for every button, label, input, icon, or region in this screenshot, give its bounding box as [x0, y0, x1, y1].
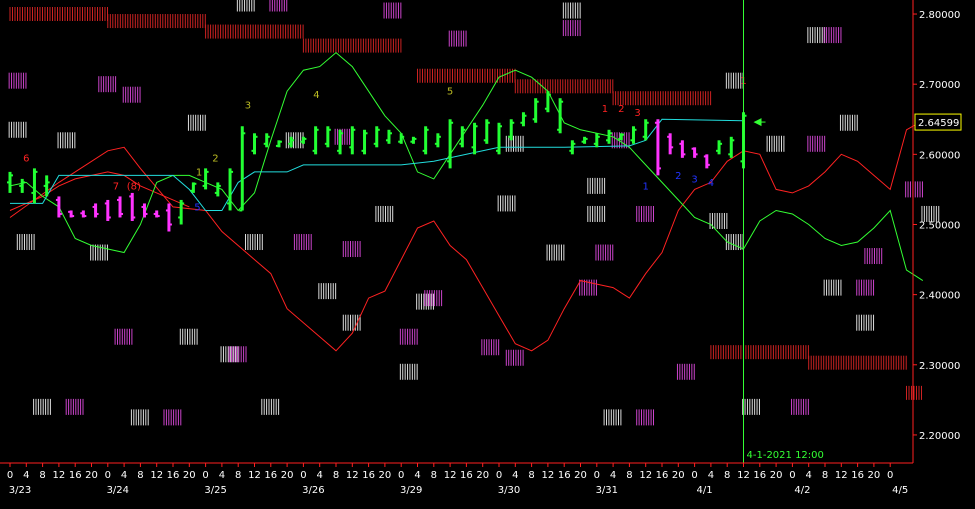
x-tick-label: 4 — [610, 470, 616, 481]
x-tick-label: 12 — [346, 470, 359, 481]
x-tick-label: 20 — [476, 470, 489, 481]
x-tick-label: 0 — [789, 470, 795, 481]
x-tick-label: 16 — [753, 470, 766, 481]
date-label: 3/23 — [9, 485, 31, 496]
y-tick-label: 2.60000 — [919, 150, 960, 161]
x-tick-label: 8 — [528, 470, 534, 481]
x-tick-label: 12 — [248, 470, 261, 481]
x-tick-label: 20 — [85, 470, 98, 481]
x-tick-label: 8 — [39, 470, 45, 481]
x-tick-label: 16 — [167, 470, 180, 481]
x-tick-label: 8 — [626, 470, 632, 481]
x-tick-label: 8 — [431, 470, 437, 481]
x-tick-label: 0 — [202, 470, 208, 481]
y-tick-label: 2.80000 — [919, 10, 960, 21]
x-tick-label: 12 — [542, 470, 555, 481]
x-tick-label: 0 — [300, 470, 306, 481]
wave-label: 7 — [113, 181, 119, 192]
x-tick-label: 20 — [770, 470, 783, 481]
x-tick-label: 20 — [183, 470, 196, 481]
date-label: 3/24 — [107, 485, 129, 496]
wave-label: 5 — [447, 87, 453, 98]
y-tick-label: 2.70000 — [919, 80, 960, 91]
x-tick-label: 16 — [69, 470, 82, 481]
y-tick-label: 2.20000 — [919, 431, 960, 442]
x-tick-label: 4 — [317, 470, 323, 481]
x-tick-label: 0 — [691, 470, 697, 481]
date-label: 4/5 — [892, 485, 908, 496]
x-tick-label: 20 — [868, 470, 881, 481]
x-tick-label: 8 — [137, 470, 143, 481]
wave-label: 5 — [194, 202, 200, 213]
x-tick-label: 4 — [708, 470, 714, 481]
price-chart[interactable]: 67(8)12345123112345 4-1-2021 12:00 2.800… — [0, 0, 975, 509]
x-tick-label: 16 — [656, 470, 669, 481]
x-tick-label: 0 — [594, 470, 600, 481]
wave-label: 3 — [691, 174, 697, 185]
wave-label: 1 — [602, 104, 608, 115]
x-tick-label: 12 — [444, 470, 457, 481]
date-label: 3/29 — [400, 485, 422, 496]
x-tick-label: 4 — [414, 470, 420, 481]
x-tick-label: 20 — [574, 470, 587, 481]
wave-label: 4 — [313, 90, 319, 101]
x-tick-label: 0 — [105, 470, 111, 481]
x-tick-label: 0 — [496, 470, 502, 481]
x-tick-label: 8 — [235, 470, 241, 481]
wave-label: 6 — [23, 153, 29, 164]
resistance-band — [906, 385, 922, 400]
x-tick-label: 4 — [23, 470, 29, 481]
cursor-label: 4-1-2021 12:00 — [747, 450, 824, 461]
x-tick-label: 16 — [558, 470, 571, 481]
x-tick-label: 20 — [672, 470, 685, 481]
x-tick-label: 0 — [7, 470, 13, 481]
x-tick-label: 16 — [460, 470, 473, 481]
current-price-label: 2.64599 — [918, 118, 959, 129]
x-tick-label: 12 — [53, 470, 66, 481]
wave-label: 1 — [643, 181, 649, 192]
wave-label: 3 — [634, 108, 640, 119]
y-tick-label: 2.30000 — [919, 361, 960, 372]
x-tick-label: 8 — [822, 470, 828, 481]
x-tick-label: 12 — [737, 470, 750, 481]
wave-label: 2 — [212, 153, 218, 164]
x-tick-label: 16 — [362, 470, 375, 481]
x-tick-label: 12 — [150, 470, 163, 481]
date-label: 4/2 — [794, 485, 810, 496]
x-tick-label: 4 — [806, 470, 812, 481]
x-tick-label: 20 — [281, 470, 294, 481]
wave-label: 2 — [618, 104, 624, 115]
x-tick-label: 12 — [835, 470, 848, 481]
x-tick-label: 8 — [333, 470, 339, 481]
y-tick-label: 2.50000 — [919, 220, 960, 231]
x-tick-label: 0 — [398, 470, 404, 481]
x-tick-label: 16 — [264, 470, 277, 481]
wave-label: 1 — [196, 167, 202, 178]
date-label: 3/30 — [498, 485, 520, 496]
x-tick-label: 20 — [379, 470, 392, 481]
x-tick-label: 0 — [887, 470, 893, 481]
date-label: 3/31 — [596, 485, 618, 496]
wave-label: 3 — [245, 101, 251, 112]
x-tick-label: 16 — [851, 470, 864, 481]
x-tick-label: 12 — [639, 470, 652, 481]
x-tick-label: 4 — [512, 470, 518, 481]
x-tick-label: 8 — [724, 470, 730, 481]
y-tick-label: 2.40000 — [919, 291, 960, 302]
x-tick-label: 4 — [121, 470, 127, 481]
wave-label: 2 — [675, 171, 681, 182]
date-label: 4/1 — [697, 485, 713, 496]
x-tick-label: 4 — [219, 470, 225, 481]
date-label: 3/26 — [302, 485, 324, 496]
wave-label: 4 — [708, 178, 714, 189]
date-label: 3/25 — [204, 485, 226, 496]
wave-label: (8) — [127, 181, 141, 192]
